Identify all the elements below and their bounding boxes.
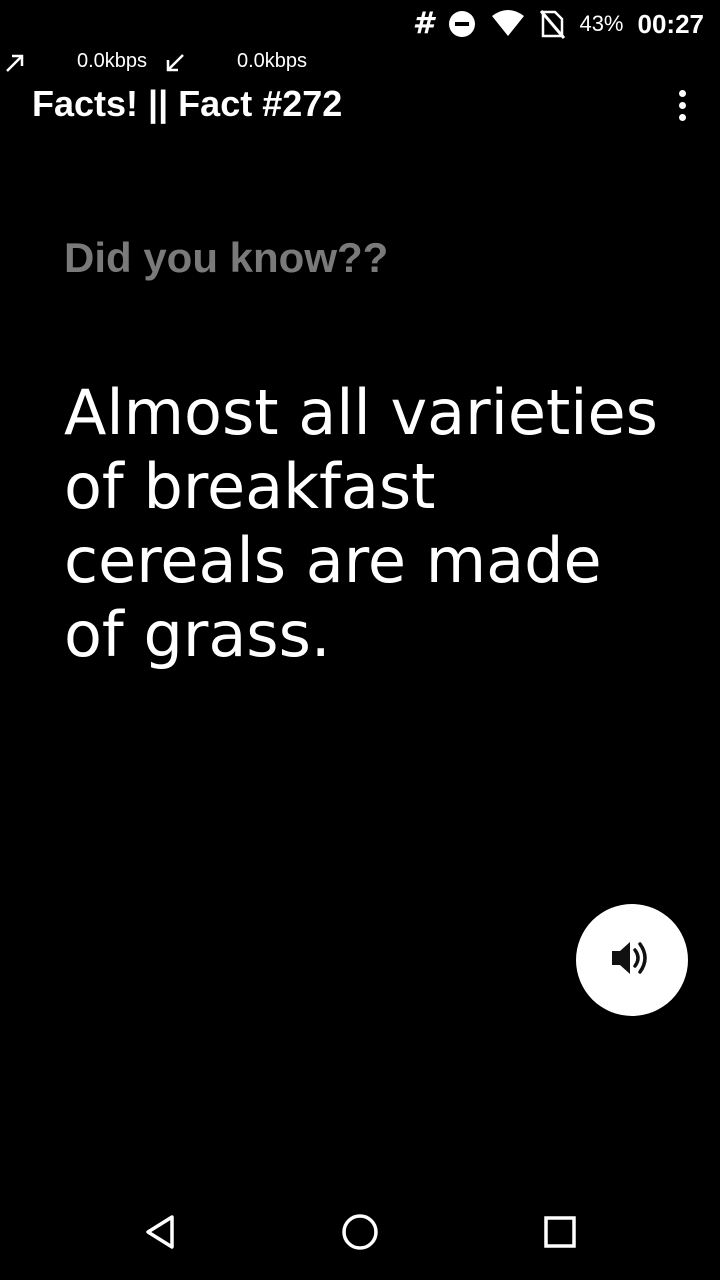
- upload-speed: 0.0kbps: [77, 50, 148, 72]
- home-icon: [339, 1211, 381, 1258]
- status-icons: # 43% 00:27: [413, 6, 704, 42]
- screen: # 43% 00:27 0.0kbps 0.0kbps Facts! || Fa…: [0, 0, 720, 1280]
- status-bar: # 43% 00:27: [0, 0, 720, 48]
- more-vert-icon[interactable]: [670, 86, 694, 124]
- recents-icon: [540, 1212, 580, 1257]
- speak-button[interactable]: [576, 904, 688, 1016]
- wifi-icon: [491, 10, 525, 38]
- do-not-disturb-icon: [447, 9, 477, 39]
- did-you-know-heading: Did you know??: [64, 234, 389, 281]
- home-button[interactable]: [324, 1198, 396, 1270]
- no-sim-icon: [539, 9, 566, 39]
- app-title: Facts! || Fact #272: [32, 83, 343, 124]
- recents-button[interactable]: [524, 1198, 596, 1270]
- speaker-icon: [610, 938, 654, 983]
- navigation-bar: [0, 1184, 720, 1280]
- hash-notification-icon: #: [412, 6, 434, 41]
- clock: 00:27: [637, 8, 705, 39]
- fact-text: Almost all varieties of breakfast cereal…: [64, 376, 658, 671]
- back-button[interactable]: [124, 1198, 196, 1270]
- download-arrow-icon: [164, 52, 186, 80]
- network-speed-row: 0.0kbps 0.0kbps: [0, 46, 720, 80]
- battery-level: 43%: [579, 11, 624, 36]
- download-speed: 0.0kbps: [237, 50, 308, 72]
- upload-arrow-icon: [4, 52, 26, 80]
- back-icon: [140, 1212, 180, 1257]
